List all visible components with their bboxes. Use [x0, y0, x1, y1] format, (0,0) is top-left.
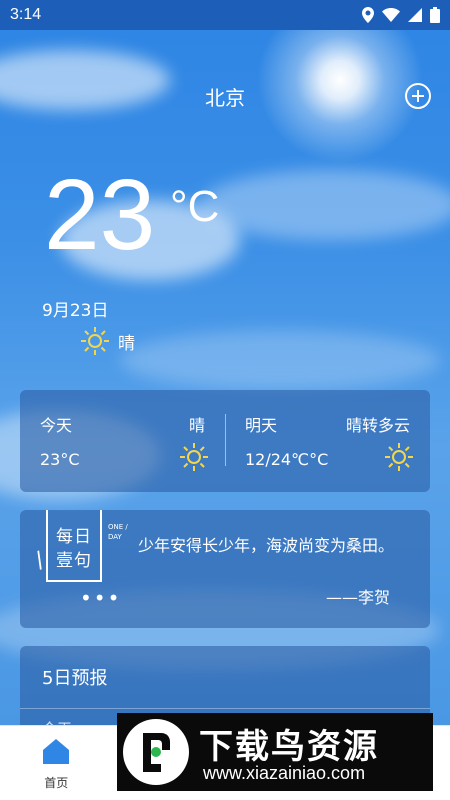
badge-side-text: ONE / DAY	[108, 523, 128, 541]
cloud	[120, 330, 440, 390]
tomorrow-label: 明天	[245, 416, 278, 435]
watermark-title: 下载鸟资源	[199, 727, 379, 767]
city-name[interactable]: 北京	[0, 82, 450, 111]
current-condition: 晴	[80, 326, 135, 356]
wifi-icon	[382, 8, 400, 22]
tomorrow-temp: 12/24℃°C	[245, 450, 329, 469]
temperature-unit: °C	[170, 182, 220, 231]
signal-icon	[408, 8, 422, 22]
battery-icon	[430, 7, 440, 23]
cloud	[200, 170, 450, 240]
condition-label: 晴	[118, 333, 135, 354]
five-day-title: 5日预报	[42, 668, 108, 689]
status-icons	[362, 7, 440, 23]
quote-author: ——李贺	[325, 588, 390, 607]
daily-quote-card[interactable]: 每日 壹句 ONE / DAY / ••• 少年安得长少年，海波尚变为桑田。 —…	[20, 510, 430, 628]
divider	[20, 708, 430, 709]
quote-text: 少年安得长少年，海波尚变为桑田。	[138, 536, 395, 555]
tomorrow-forecast: 明天 晴转多云 12/24℃°C	[225, 390, 430, 492]
daily-quote-badge: 每日 壹句 ONE / DAY	[46, 510, 128, 582]
current-date: 9月23日	[42, 301, 109, 321]
sun-icon	[180, 443, 208, 471]
tab-label: 首页	[44, 776, 69, 790]
watermark-overlay: 下载鸟资源 www.xiazainiao.com	[117, 713, 433, 791]
today-temp: 23°C	[40, 450, 80, 469]
sun-icon	[385, 443, 413, 471]
tomorrow-condition: 晴转多云	[345, 416, 410, 435]
today-label: 今天	[40, 416, 73, 435]
tab-home[interactable]: 首页	[0, 726, 113, 800]
status-time: 3:14	[10, 6, 42, 23]
badge-line-1: 每日	[56, 527, 92, 547]
watermark-logo-icon	[123, 719, 189, 785]
status-bar: 3:14	[0, 0, 450, 30]
forecast-card[interactable]: 今天 晴 23°C 明天 晴转多云 12/24℃°C	[20, 390, 430, 492]
today-forecast: 今天 晴 23°C	[20, 390, 225, 492]
more-dots-icon[interactable]: •••	[80, 586, 121, 610]
home-icon	[43, 739, 70, 764]
bird-logo-icon	[143, 733, 170, 772]
add-city-button[interactable]	[404, 82, 432, 110]
watermark-url: www.xiazainiao.com	[203, 763, 366, 783]
sun-icon	[81, 327, 109, 355]
location-icon	[362, 7, 374, 23]
today-condition: 晴	[188, 416, 205, 435]
current-temperature: 23	[44, 159, 156, 271]
badge-line-2: 壹句	[56, 551, 92, 571]
